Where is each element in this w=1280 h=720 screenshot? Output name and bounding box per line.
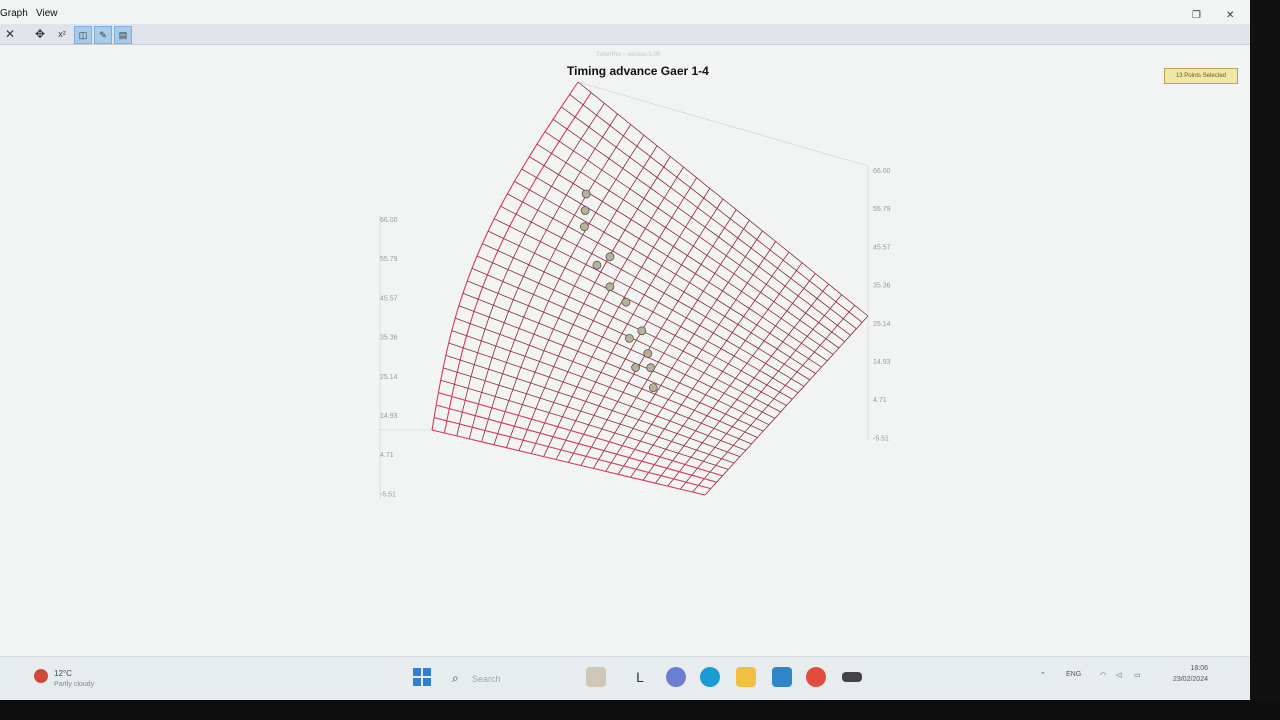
monitor-bezel xyxy=(1250,0,1280,720)
selected-point[interactable] xyxy=(580,206,590,215)
taskbar-search[interactable]: ⌕ Search xyxy=(450,671,550,687)
battery-icon[interactable]: ▭ xyxy=(1134,671,1141,679)
mesh-line xyxy=(500,205,811,381)
selected-point[interactable] xyxy=(580,222,589,232)
surface-mesh[interactable] xyxy=(431,81,869,496)
axis-line xyxy=(577,81,869,167)
clock[interactable]: 18:06 23/02/2024 xyxy=(1158,663,1208,685)
taskbar: 12°C Partly cloudy ⌕ Search L ⌃ ENG ◠ ◁ … xyxy=(0,656,1250,700)
mesh-line xyxy=(536,143,840,349)
right-axis-tick: 66.00 xyxy=(873,168,891,175)
mesh-line xyxy=(529,156,834,355)
mesh-line xyxy=(467,280,776,419)
surface-plot[interactable]: 66.00 55.79 45.57 35.36 25.14 14.93 4.71 -5.51 6… xyxy=(0,0,1250,700)
selected-point[interactable] xyxy=(605,252,615,262)
language-indicator[interactable]: ENG xyxy=(1066,671,1081,678)
task-view-icon[interactable]: L xyxy=(630,667,650,687)
mesh-line xyxy=(543,177,697,457)
tunerpro-icon[interactable] xyxy=(842,672,862,682)
selected-point[interactable] xyxy=(605,282,615,292)
mesh-line xyxy=(451,330,752,445)
clock-date: 23/02/2024 xyxy=(1172,676,1208,683)
monitor-bezel-bottom xyxy=(0,700,1280,720)
file-explorer-icon[interactable] xyxy=(736,667,756,687)
edge-icon[interactable] xyxy=(700,667,720,687)
right-axis-tick: 35.36 xyxy=(873,283,891,290)
selected-point[interactable] xyxy=(592,260,602,270)
mesh-line xyxy=(433,417,711,490)
mesh-line xyxy=(521,168,828,362)
selected-point[interactable] xyxy=(631,363,640,372)
screen: Graph View ❐ ✕ ✕ ✥ x² ◫ ✎ ▤ TunerPro – v… xyxy=(0,0,1250,700)
mesh-line xyxy=(445,355,741,457)
search-icon: ⌕ xyxy=(452,671,459,685)
left-axis-tick: 35.36 xyxy=(380,335,398,342)
mesh-line xyxy=(507,193,816,374)
left-axis-tick: 55.79 xyxy=(380,256,398,263)
windows-logo-icon xyxy=(413,668,421,676)
mesh-line xyxy=(431,81,579,431)
axes xyxy=(379,81,869,500)
left-axis-tick: 25.14 xyxy=(380,374,398,381)
left-axis-tick: 45.57 xyxy=(380,295,398,302)
weather-icon xyxy=(34,669,48,683)
mesh-line xyxy=(493,134,645,445)
mesh-line xyxy=(555,188,711,460)
mesh-line xyxy=(431,429,706,496)
selected-point[interactable] xyxy=(621,297,631,307)
chrome-icon[interactable] xyxy=(806,667,826,687)
search-placeholder: Search xyxy=(472,674,501,684)
wifi-icon[interactable]: ◠ xyxy=(1100,671,1106,679)
weather-widget[interactable]: 12°C Partly cloudy xyxy=(34,667,124,693)
mesh-line xyxy=(456,103,605,436)
left-axis-tick: 4.71 xyxy=(380,452,394,459)
tray-chevron-icon[interactable]: ⌃ xyxy=(1040,671,1046,679)
selected-points[interactable] xyxy=(580,189,658,393)
mesh-line xyxy=(443,92,592,434)
right-axis-tick: 4.71 xyxy=(873,397,887,404)
mesh-line xyxy=(561,106,857,330)
right-axis-tick: -5.51 xyxy=(873,435,889,442)
mesh-line xyxy=(436,404,717,483)
selected-point[interactable] xyxy=(625,333,634,343)
weather-temp: 12°C xyxy=(54,669,72,678)
weather-condition: Partly cloudy xyxy=(54,681,95,688)
clock-time: 18:06 xyxy=(1190,665,1208,672)
mail-icon[interactable] xyxy=(772,667,792,687)
mesh-line xyxy=(577,81,869,317)
right-axis-tick: 45.57 xyxy=(873,244,891,251)
mesh-line xyxy=(487,230,799,394)
right-axis-tick: 25.14 xyxy=(873,321,891,328)
start-button[interactable] xyxy=(412,667,432,687)
selected-point[interactable] xyxy=(637,326,647,336)
left-axis-tick: -5.51 xyxy=(380,491,396,498)
chat-icon[interactable] xyxy=(666,667,686,687)
left-axis-tick: 66.00 xyxy=(380,217,398,224)
mesh-line xyxy=(514,181,822,368)
selected-point[interactable] xyxy=(643,349,653,358)
right-axis-tick: 55.79 xyxy=(873,206,891,213)
volume-icon[interactable]: ◁ xyxy=(1116,671,1121,679)
right-axis-tick: 14.93 xyxy=(873,359,891,366)
selected-point[interactable] xyxy=(581,189,591,199)
selected-point[interactable] xyxy=(648,383,658,393)
left-axis-tick: 14.93 xyxy=(380,413,398,420)
widgets-icon[interactable] xyxy=(586,667,606,687)
selected-point[interactable] xyxy=(646,363,656,373)
